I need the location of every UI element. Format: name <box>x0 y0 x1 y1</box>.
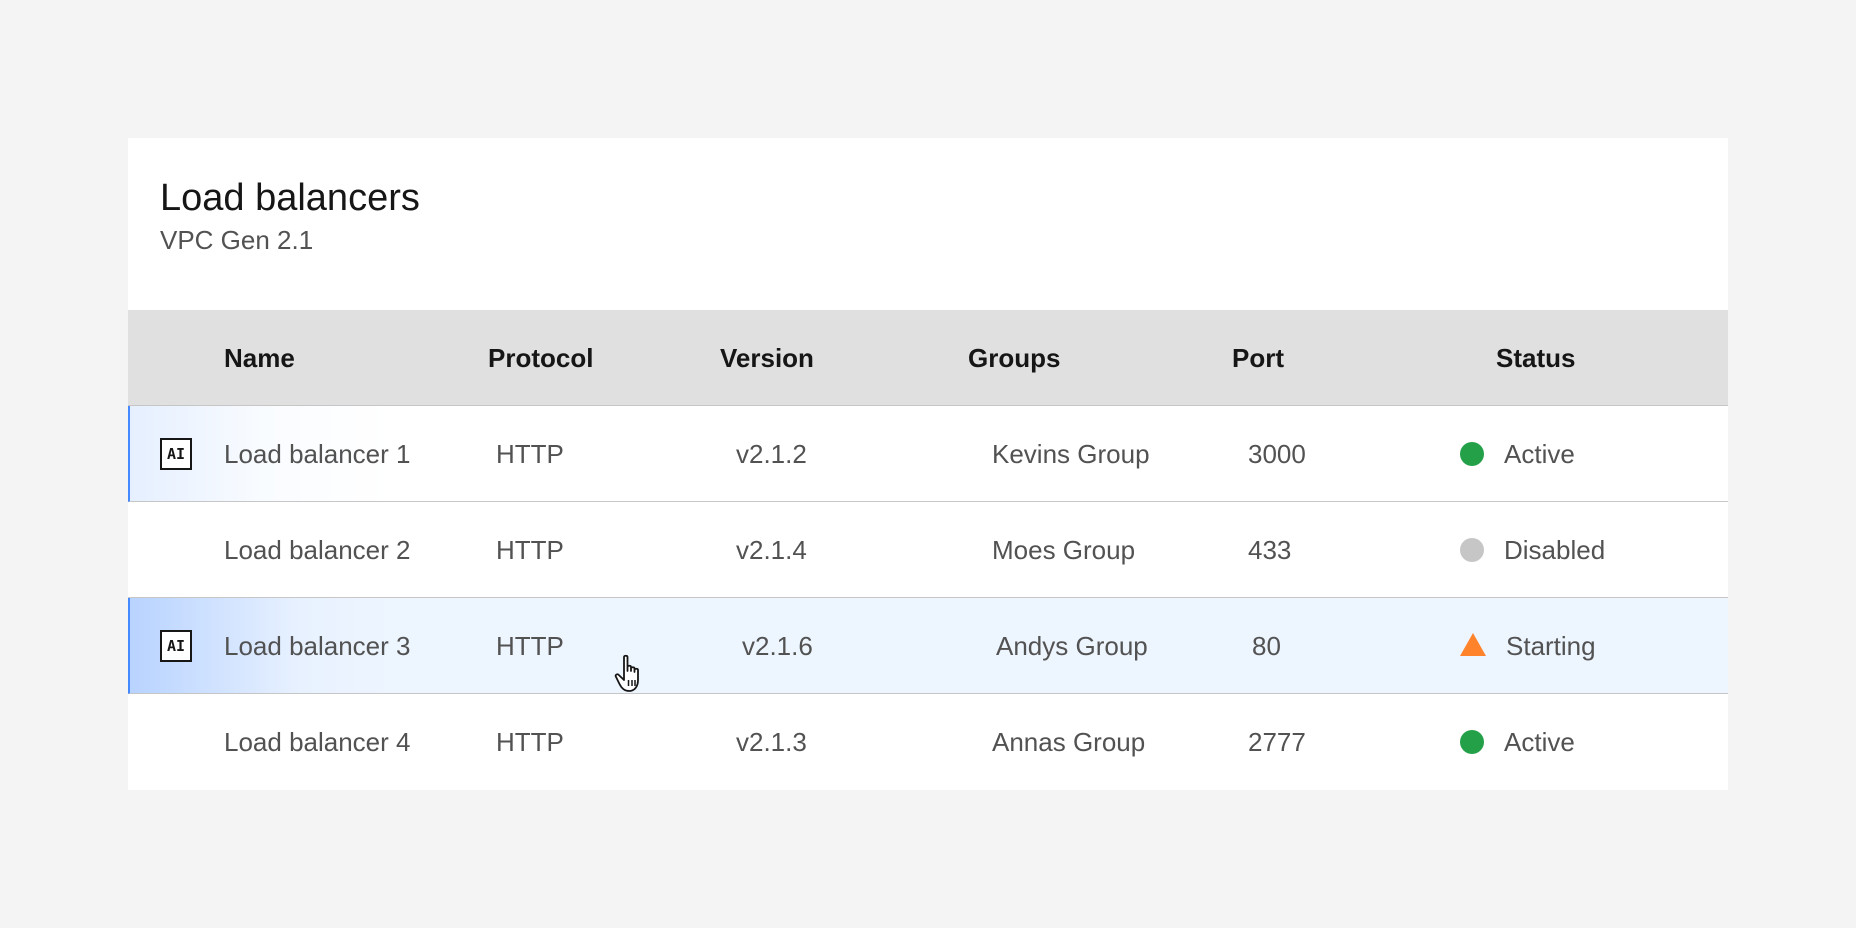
cell-protocol: HTTP <box>496 727 564 757</box>
hand-cursor-icon <box>614 654 639 692</box>
column-header-status[interactable]: Status <box>1496 310 1575 406</box>
cell-protocol: HTTP <box>496 439 564 469</box>
column-header-groups[interactable]: Groups <box>968 310 1060 406</box>
column-header-protocol[interactable]: Protocol <box>488 310 593 406</box>
cell-version: v2.1.4 <box>736 535 807 565</box>
table-title: Load balancers <box>160 177 420 219</box>
table-subtitle: VPC Gen 2.1 <box>160 225 314 255</box>
column-header-version[interactable]: Version <box>720 310 814 406</box>
table-head: Name Protocol Version Groups Port Status <box>128 310 1728 406</box>
cell-version: v2.1.2 <box>736 439 807 469</box>
cell-name: Load balancer 3 <box>224 631 411 661</box>
cell-status: Active <box>1504 439 1575 469</box>
cell-port: 433 <box>1248 535 1292 565</box>
table-row[interactable]: Load balancer 4 HTTP v2.1.3 Annas Group … <box>128 694 1728 790</box>
ai-label-icon[interactable]: AI <box>160 630 192 662</box>
cell-name: Load balancer 4 <box>224 727 411 757</box>
cell-name: Load balancer 1 <box>224 439 411 469</box>
green-dot-icon <box>1460 442 1484 466</box>
column-header-port[interactable]: Port <box>1232 310 1284 406</box>
cell-group: Kevins Group <box>992 439 1150 469</box>
cell-version: v2.1.6 <box>742 631 813 661</box>
green-dot-icon <box>1460 730 1484 754</box>
ai-label-icon[interactable]: AI <box>160 438 192 470</box>
table-header: Load balancers VPC Gen 2.1 <box>128 138 1728 310</box>
cell-name: Load balancer 2 <box>224 535 411 565</box>
cell-protocol: HTTP <box>496 631 564 661</box>
gray-dot-icon <box>1460 538 1484 562</box>
cell-group: Annas Group <box>992 727 1146 757</box>
table-row[interactable]: AI Load balancer 1 HTTP v2.1.2 Kevins Gr… <box>128 406 1728 502</box>
cell-port: 2777 <box>1248 727 1306 757</box>
cell-protocol: HTTP <box>496 535 564 565</box>
cell-port: 80 <box>1252 631 1281 661</box>
cell-port: 3000 <box>1248 439 1306 469</box>
cell-group: Moes Group <box>992 535 1136 565</box>
column-header-name[interactable]: Name <box>224 310 295 406</box>
table-row[interactable]: AI Load balancer 3 HTTP v2.1.6 Andys Gro… <box>128 598 1728 694</box>
data-table-panel: Load balancers VPC Gen 2.1 Name Protocol… <box>128 138 1728 790</box>
cell-version: v2.1.3 <box>736 727 807 757</box>
cell-status: Disabled <box>1504 535 1606 565</box>
table-row[interactable]: Load balancer 2 HTTP v2.1.4 Moes Group 4… <box>128 502 1728 598</box>
warning-triangle-icon <box>1460 633 1486 656</box>
cell-status: Starting <box>1506 631 1596 661</box>
cell-group: Andys Group <box>996 631 1148 661</box>
cell-status: Active <box>1504 727 1575 757</box>
